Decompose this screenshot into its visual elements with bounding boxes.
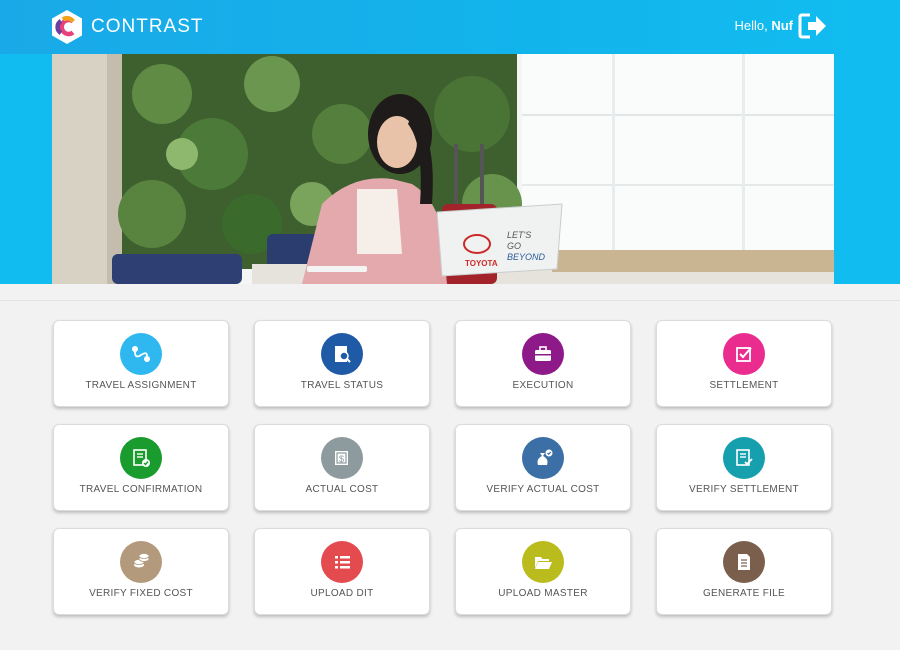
document-check-icon xyxy=(723,437,765,479)
route-icon xyxy=(120,333,162,375)
menu-tile-travel-confirmation[interactable]: TRAVEL CONFIRMATION xyxy=(53,424,229,511)
menu-tile-label: UPLOAD DIT xyxy=(310,588,374,599)
user-name: Nuf xyxy=(771,18,793,33)
menu-tile-verify-actual-cost[interactable]: VERIFY ACTUAL COST xyxy=(455,424,631,511)
laptop-slogan-3: BEYOND xyxy=(507,252,546,262)
document-search-icon xyxy=(321,333,363,375)
menu-tile-label: UPLOAD MASTER xyxy=(498,588,588,599)
hero-banner-image: TOYOTA LET'S GO BEYOND xyxy=(52,54,834,284)
menu-tile-label: GENERATE FILE xyxy=(702,588,786,599)
menu-tile-label: TRAVEL ASSIGNMENT xyxy=(85,380,197,391)
menu-tile-actual-cost[interactable]: $ ACTUAL COST xyxy=(254,424,430,511)
menu-grid: TRAVEL ASSIGNMENT TRAVEL STATUS EXECUTIO… xyxy=(53,320,833,615)
logout-button[interactable] xyxy=(798,12,828,40)
checkbox-icon xyxy=(723,333,765,375)
menu-tile-label: EXECUTION xyxy=(512,380,574,391)
menu-tile-upload-master[interactable]: UPLOAD MASTER xyxy=(455,528,631,615)
menu-tile-execution[interactable]: EXECUTION xyxy=(455,320,631,407)
money-icon: $ xyxy=(321,437,363,479)
coins-icon xyxy=(120,541,162,583)
brand-name: CONTRAST xyxy=(91,16,204,37)
menu-tile-label: VERIFY FIXED COST xyxy=(89,588,193,599)
file-icon xyxy=(723,541,765,583)
menu-tile-label: TRAVEL CONFIRMATION xyxy=(79,484,203,495)
menu-tile-label: VERIFY SETTLEMENT xyxy=(689,484,799,495)
section-divider xyxy=(0,300,900,301)
money-bag-check-icon xyxy=(522,437,564,479)
laptop-slogan-1: LET'S xyxy=(507,230,531,240)
list-icon xyxy=(321,541,363,583)
menu-tile-generate-file[interactable]: GENERATE FILE xyxy=(656,528,832,615)
laptop-slogan-2: GO xyxy=(507,241,521,251)
briefcase-icon xyxy=(522,333,564,375)
greeting-prefix: Hello, xyxy=(734,18,772,33)
user-greeting: Hello, Nuf xyxy=(734,18,793,33)
menu-tile-verify-fixed-cost[interactable]: VERIFY FIXED COST xyxy=(53,528,229,615)
menu-tile-label: ACTUAL COST xyxy=(305,484,379,495)
svg-text:$: $ xyxy=(339,454,344,464)
menu-tile-travel-status[interactable]: TRAVEL STATUS xyxy=(254,320,430,407)
menu-tile-settlement[interactable]: SETTLEMENT xyxy=(656,320,832,407)
laptop-brand-text: TOYOTA xyxy=(465,259,498,268)
menu-tile-label: VERIFY ACTUAL COST xyxy=(486,484,600,495)
brand-logo[interactable]: CONTRAST xyxy=(50,9,204,45)
checklist-document-icon xyxy=(120,437,162,479)
top-header-bar: CONTRAST Hello, Nuf xyxy=(0,0,900,54)
contrast-logo-icon xyxy=(52,10,82,44)
menu-tile-label: TRAVEL STATUS xyxy=(300,380,384,391)
menu-tile-verify-settlement[interactable]: VERIFY SETTLEMENT xyxy=(656,424,832,511)
menu-tile-upload-dit[interactable]: UPLOAD DIT xyxy=(254,528,430,615)
menu-tile-label: SETTLEMENT xyxy=(709,380,779,391)
logout-arrow-icon xyxy=(798,13,826,39)
folder-open-icon xyxy=(522,541,564,583)
menu-tile-travel-assignment[interactable]: TRAVEL ASSIGNMENT xyxy=(53,320,229,407)
